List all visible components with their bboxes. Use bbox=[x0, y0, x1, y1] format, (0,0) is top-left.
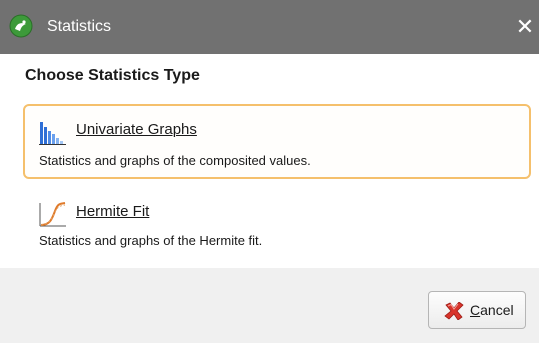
dialog-heading: Choose Statistics Type bbox=[25, 67, 200, 84]
option-title: Hermite Fit bbox=[76, 203, 150, 220]
cancel-button[interactable]: Cancel bbox=[428, 291, 526, 329]
dialog-footer: Cancel bbox=[0, 268, 539, 343]
close-icon: ✕ bbox=[515, 14, 535, 39]
red-x-icon bbox=[444, 302, 464, 320]
option-univariate-graphs[interactable]: Univariate Graphs Statistics and graphs … bbox=[23, 104, 531, 179]
dialog-content: Choose Statistics Type Univariate Graphs… bbox=[0, 54, 539, 268]
window-title: Statistics bbox=[47, 18, 112, 35]
option-title: Univariate Graphs bbox=[76, 121, 197, 138]
leapfrog-logo-icon bbox=[9, 14, 33, 38]
hermite-curve-icon bbox=[39, 202, 66, 227]
option-hermite-fit[interactable]: Hermite Fit Statistics and graphs of the… bbox=[23, 193, 531, 257]
option-description: Statistics and graphs of the composited … bbox=[39, 153, 311, 168]
cancel-label: Cancel bbox=[470, 302, 514, 318]
title-bar: Statistics ✕ bbox=[0, 0, 539, 54]
close-button[interactable]: ✕ bbox=[512, 13, 538, 41]
histogram-icon bbox=[39, 122, 66, 145]
option-description: Statistics and graphs of the Hermite fit… bbox=[39, 233, 263, 248]
